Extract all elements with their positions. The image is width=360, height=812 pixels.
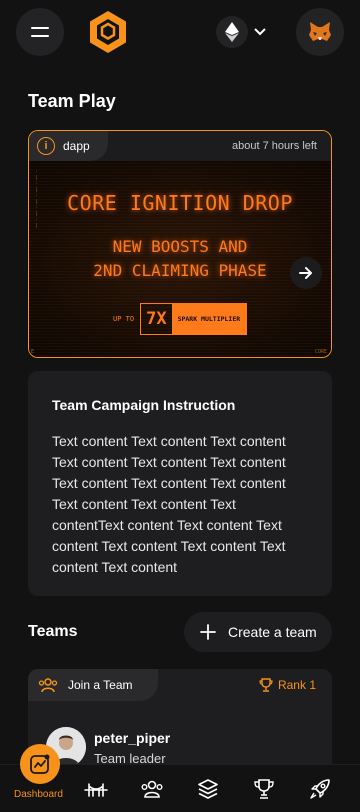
nav-teams[interactable] xyxy=(136,773,168,805)
top-bar xyxy=(0,0,360,64)
nav-dashboard[interactable] xyxy=(20,744,60,784)
join-team-label: Join a Team xyxy=(68,678,133,692)
menu-button[interactable] xyxy=(16,8,64,56)
instruction-card: Team Campaign Instruction Text content T… xyxy=(28,371,332,596)
campaign-banner: ·|·|·|·|·| CORE IGNITION DROP NEW BOOSTS… xyxy=(29,161,331,357)
up-to-label: UP TO xyxy=(113,315,135,323)
create-team-button[interactable]: Create a team xyxy=(184,612,332,652)
rank-label: Rank 1 xyxy=(277,678,316,692)
layers-icon xyxy=(198,779,218,799)
hamburger-icon xyxy=(31,27,49,29)
metamask-fox-icon xyxy=(309,22,331,41)
campaign-card[interactable]: i dapp about 7 hours left ·|·|·|·|·| COR… xyxy=(28,130,332,358)
banner-corner-left: E xyxy=(31,349,35,355)
teams-heading: Teams xyxy=(28,623,78,640)
plus-icon xyxy=(200,624,216,640)
banner-corner-right: CORE xyxy=(314,349,327,355)
create-team-label: Create a team xyxy=(228,624,317,640)
rank-badge: Rank 1 xyxy=(259,678,316,692)
multiplier-badge: UP TO 7X SPARK MULTIPLIER xyxy=(113,303,248,335)
instruction-body: Text content Text content Text content T… xyxy=(52,433,286,575)
banner-line-1: NEW BOOSTS AND xyxy=(112,237,248,256)
users-icon xyxy=(141,780,163,798)
campaign-tag: i dapp xyxy=(29,131,108,161)
users-icon xyxy=(38,678,58,693)
team-leader-username: peter_piper xyxy=(94,730,171,746)
bridge-icon xyxy=(84,783,108,797)
nav-layers[interactable] xyxy=(192,773,224,805)
metamask-wallet-button[interactable] xyxy=(296,8,344,56)
nav-bridge[interactable] xyxy=(80,773,112,805)
time-left: about 7 hours left xyxy=(231,140,317,152)
next-arrow-button[interactable] xyxy=(290,257,322,289)
multiplier-value: 7X xyxy=(146,309,167,329)
join-team-tag[interactable]: Join a Team xyxy=(28,669,159,701)
nav-leaderboard[interactable] xyxy=(248,773,280,805)
trophy-icon xyxy=(259,678,273,692)
rocket-icon xyxy=(310,779,330,799)
dashboard-chart-icon xyxy=(30,754,50,774)
page-title: Team Play xyxy=(28,91,116,111)
app-logo[interactable] xyxy=(84,8,132,56)
info-icon: i xyxy=(37,137,55,155)
instruction-title: Team Campaign Instruction xyxy=(52,397,236,413)
chevron-down-icon xyxy=(254,28,266,36)
campaign-tag-label: dapp xyxy=(63,139,90,153)
banner-title: CORE IGNITION DROP xyxy=(67,191,293,215)
multiplier-label: SPARK MULTIPLIER xyxy=(171,304,247,334)
banner-line-2: 2ND CLAIMING PHASE xyxy=(93,261,267,280)
dashboard-label: Dashboard xyxy=(14,789,63,800)
hamburger-line xyxy=(31,35,49,37)
arrow-right-icon xyxy=(299,267,312,279)
multiplier-box: 7X SPARK MULTIPLIER xyxy=(140,303,248,335)
trophy-icon xyxy=(254,779,274,799)
nav-launch[interactable] xyxy=(304,773,336,805)
ethereum-icon xyxy=(216,16,248,48)
network-selector[interactable] xyxy=(212,12,276,52)
